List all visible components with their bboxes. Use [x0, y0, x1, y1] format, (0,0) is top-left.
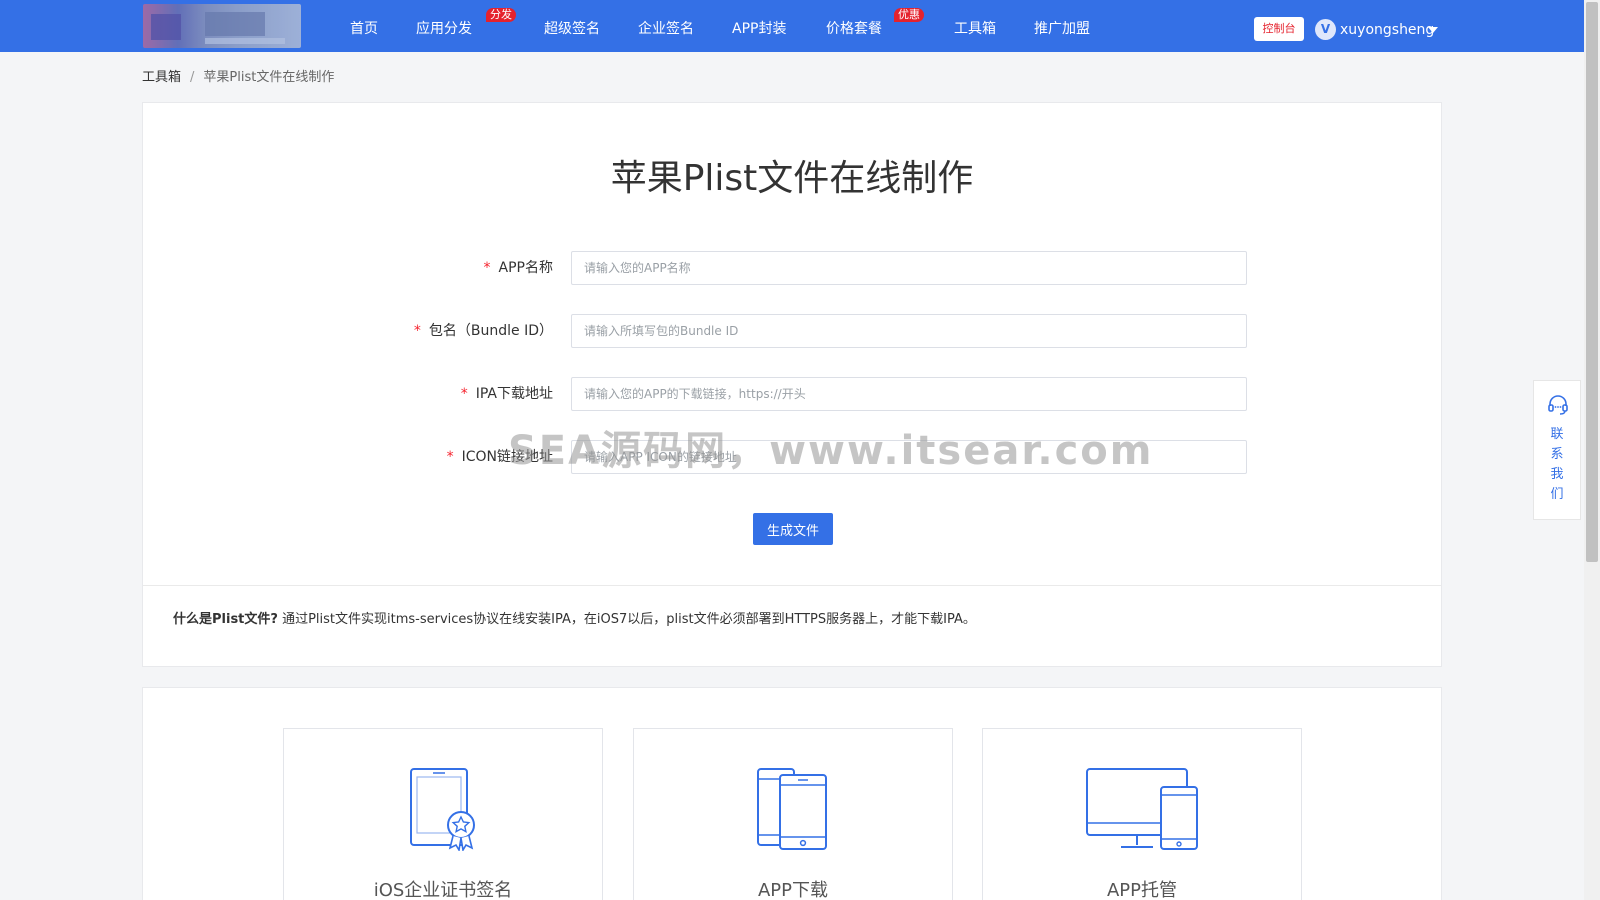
phones-icon [757, 768, 827, 850]
nav-item-app-distribution[interactable]: 应用分发 [416, 0, 472, 52]
page-scrollbar[interactable] [1584, 0, 1600, 900]
console-button[interactable]: 控制台 [1254, 17, 1304, 41]
avatar[interactable]: V [1315, 19, 1336, 40]
breadcrumb-current: 苹果Plist文件在线制作 [203, 70, 335, 85]
feature-label: APP托管 [1106, 880, 1178, 900]
feature-label: APP下载 [757, 880, 829, 900]
contact-us-label[interactable]: 联系我们 [1534, 425, 1580, 505]
breadcrumb-toolbox-link[interactable]: 工具箱 [142, 70, 181, 85]
tablet-certificate-icon [410, 768, 475, 851]
page-title: 苹果Plist文件在线制作 [610, 158, 974, 199]
username-menu[interactable]: xuyongsheng [1340, 17, 1434, 43]
monitor-phone-icon [1086, 768, 1198, 850]
nav-item-app-packaging[interactable]: APP封装 [732, 0, 786, 52]
form-row-ipa-url: * IPA下载地址 [143, 377, 1441, 411]
ipa-url-input[interactable] [571, 377, 1247, 411]
generate-file-button[interactable]: 生成文件 [753, 513, 833, 545]
nav-item-promotion[interactable]: 推广加盟 [1034, 0, 1090, 52]
breadcrumb-separator: / [190, 70, 195, 85]
plist-form-card: 苹果Plist文件在线制作 *APP名称 *包名（Bundle ID） *IPA… [142, 102, 1442, 667]
top-navigation-bar: 首页 应用分发 分发 超级签名 企业签名 APP封装 价格套餐 优惠 工具箱 推… [0, 0, 1584, 52]
nav-item-pricing[interactable]: 价格套餐 [826, 0, 882, 52]
nav-item-toolbox[interactable]: 工具箱 [954, 0, 996, 52]
scrollbar-thumb[interactable] [1586, 2, 1598, 562]
headset-icon [1548, 395, 1568, 415]
feature-section: iOS企业证书签名 APP下载 APP托管 [142, 687, 1442, 900]
nav-badge-discount: 优惠 [894, 8, 924, 22]
feature-app-hosting[interactable]: APP托管 [982, 728, 1302, 900]
form-row-bundle-id: * 包名（Bundle ID） [143, 314, 1441, 348]
app-name-label: * APP名称 [483, 260, 553, 276]
plist-description: 什么是Plist文件? 通过Plist文件实现itms-services协议在线… [173, 611, 976, 629]
bundle-id-label: * 包名（Bundle ID） [413, 323, 553, 339]
plist-description-text: 通过Plist文件实现itms-services协议在线安装IPA，在iOS7以… [277, 612, 976, 627]
plist-description-title: 什么是Plist文件? [173, 612, 278, 627]
contact-us-tab[interactable]: 联系我们 [1533, 380, 1581, 520]
app-name-input[interactable] [571, 251, 1247, 285]
nav-badge-distribution: 分发 [486, 8, 516, 22]
chevron-down-icon[interactable] [1428, 27, 1438, 33]
watermark-text: SEA源码网，www.itsear.com [508, 428, 1154, 474]
nav-item-super-signature[interactable]: 超级签名 [544, 0, 600, 52]
form-row-app-name: * APP名称 [143, 251, 1441, 285]
feature-ios-enterprise-signature[interactable]: iOS企业证书签名 [283, 728, 603, 900]
site-logo[interactable] [143, 4, 301, 48]
card-divider [143, 585, 1441, 586]
nav-item-enterprise-signature[interactable]: 企业签名 [638, 0, 694, 52]
bundle-id-input[interactable] [571, 314, 1247, 348]
nav-item-home[interactable]: 首页 [350, 0, 378, 52]
feature-label: iOS企业证书签名 [373, 880, 513, 900]
ipa-url-label: * IPA下载地址 [460, 386, 553, 402]
feature-app-download[interactable]: APP下载 [633, 728, 953, 900]
breadcrumb: 工具箱 / 苹果Plist文件在线制作 [142, 70, 334, 86]
